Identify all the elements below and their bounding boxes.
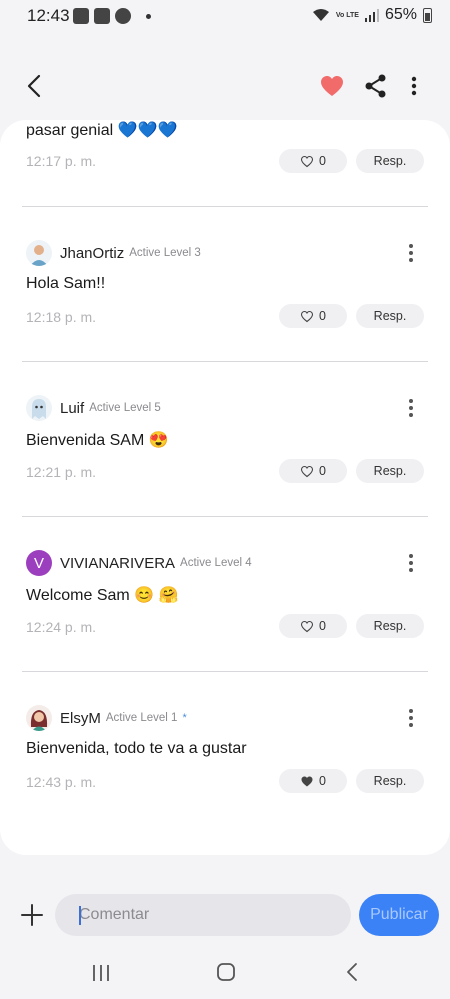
letter-avatar[interactable]: V: [26, 550, 52, 576]
like-count: 0: [319, 154, 326, 168]
back-arrow-icon: [27, 74, 41, 98]
reply-button[interactable]: Resp.: [356, 149, 424, 173]
comment-text: Bienvenida SAM 😍: [26, 432, 169, 449]
like-count: 0: [319, 774, 326, 788]
vertical-dots-icon: [411, 76, 417, 96]
recent-apps-icon: [93, 965, 109, 981]
person-avatar-icon[interactable]: [26, 240, 52, 266]
comment-header: Luif Active Level 5: [26, 394, 161, 422]
comment-divider: [22, 206, 428, 207]
like-count: 0: [319, 309, 326, 323]
back-button[interactable]: [20, 72, 48, 100]
plus-icon: [21, 904, 43, 926]
battery-percent: 65%: [384, 6, 417, 23]
comment-item: ElsyM Active Level 1 * Bienvenida, todo …: [22, 704, 428, 844]
comment-time: 12:18 p. m.: [26, 309, 97, 325]
reply-button[interactable]: Resp.: [356, 769, 424, 793]
comment-text: Hola Sam!!: [26, 275, 106, 292]
back-chevron-icon: [347, 963, 357, 981]
battery-icon: [423, 7, 432, 23]
comment-header: JhanOrtiz Active Level 3: [26, 239, 201, 267]
heart-outline-icon: [300, 310, 314, 322]
comment-header: V VIVIANARIVERA Active Level 4: [26, 549, 252, 577]
comment-divider: [22, 361, 428, 362]
status-time: 12:43: [27, 6, 70, 25]
like-comment-button[interactable]: 0: [279, 459, 347, 483]
comment-more-button[interactable]: [404, 397, 418, 419]
status-bar: 12:43 Vo LTE 65%: [0, 0, 450, 34]
comment-item: JhanOrtiz Active Level 3 Hola Sam!! 12:1…: [22, 239, 428, 379]
heart-outline-icon: [300, 620, 314, 632]
user-level: Active Level 3: [129, 247, 201, 259]
post-comments-screen: 12:43 Vo LTE 65% pasar genial 💙💙💙 12:17 …: [0, 0, 450, 999]
comment-header: ElsyM Active Level 1 *: [26, 704, 187, 732]
like-count: 0: [319, 464, 326, 478]
like-count: 0: [319, 619, 326, 633]
share-button[interactable]: [362, 72, 390, 100]
heart-outline-icon: [300, 155, 314, 167]
text-cursor: [79, 906, 81, 925]
heart-filled-icon: [321, 76, 343, 96]
like-comment-button[interactable]: 0: [279, 304, 347, 328]
comment-more-button[interactable]: [404, 552, 418, 574]
reply-button[interactable]: Resp.: [356, 304, 424, 328]
comments-card: pasar genial 💙💙💙 12:17 p. m. 0 Resp. Jha…: [0, 120, 450, 855]
reply-button[interactable]: Resp.: [356, 459, 424, 483]
top-app-bar: [0, 60, 450, 112]
notification-icons: [73, 8, 151, 24]
home-icon: [217, 963, 235, 981]
wifi-icon: [312, 9, 329, 21]
volte-indicator: Vo LTE: [335, 11, 359, 19]
share-icon: [365, 74, 386, 98]
system-status: Vo LTE 65%: [312, 6, 432, 24]
comment-text: pasar genial 💙💙💙: [26, 122, 178, 139]
user-level: Active Level 5: [89, 402, 161, 414]
ghost-avatar-icon[interactable]: [26, 395, 52, 421]
comment-username[interactable]: VIVIANARIVERA: [60, 555, 175, 572]
add-attachment-button[interactable]: [20, 903, 44, 927]
user-level: Active Level 1: [105, 712, 178, 724]
comment-time: 12:43 p. m.: [26, 774, 97, 790]
comment-more-button[interactable]: [404, 707, 418, 729]
shopping-bag-icon: [94, 8, 110, 24]
heart-filled-icon: [301, 776, 313, 786]
signal-icon: [364, 9, 379, 22]
woman-avatar-icon[interactable]: [26, 705, 52, 731]
system-navigation-bar: [0, 950, 450, 999]
recent-apps-button[interactable]: [90, 964, 112, 982]
comment-divider: [22, 516, 428, 517]
comment-input[interactable]: [55, 894, 351, 936]
message-notification-icon: [73, 8, 89, 24]
comment-time: 12:21 p. m.: [26, 464, 97, 480]
comment-text: Welcome Sam 😊 🤗: [26, 587, 179, 604]
like-comment-button[interactable]: 0: [279, 614, 347, 638]
more-notifications-dot-icon: [146, 13, 151, 19]
comment-text: Bienvenida, todo te va a gustar: [26, 740, 247, 757]
comment-item: V VIVIANARIVERA Active Level 4 Welcome S…: [22, 549, 428, 689]
comment-username[interactable]: JhanOrtiz: [60, 245, 124, 262]
badge-star: *: [182, 712, 187, 724]
comment-composer: Publicar: [0, 888, 450, 942]
like-post-button[interactable]: [318, 72, 346, 100]
like-comment-button[interactable]: 0: [279, 149, 347, 173]
more-options-button[interactable]: [402, 72, 426, 100]
like-comment-button[interactable]: 0: [279, 769, 347, 793]
comment-username[interactable]: ElsyM: [60, 710, 101, 727]
comment-time: 12:24 p. m.: [26, 619, 97, 635]
comment-divider: [22, 671, 428, 672]
comment-item: Luif Active Level 5 Bienvenida SAM 😍 12:…: [22, 394, 428, 534]
reply-button[interactable]: Resp.: [356, 614, 424, 638]
comment-username[interactable]: Luif: [60, 400, 84, 417]
user-level: Active Level 4: [180, 557, 252, 569]
comment-more-button[interactable]: [404, 242, 418, 264]
heart-outline-icon: [300, 465, 314, 477]
publish-button[interactable]: Publicar: [359, 894, 439, 936]
system-back-button[interactable]: [344, 962, 360, 982]
comment-time: 12:17 p. m.: [26, 153, 97, 169]
home-button[interactable]: [216, 962, 236, 982]
chrome-icon: [115, 8, 131, 24]
